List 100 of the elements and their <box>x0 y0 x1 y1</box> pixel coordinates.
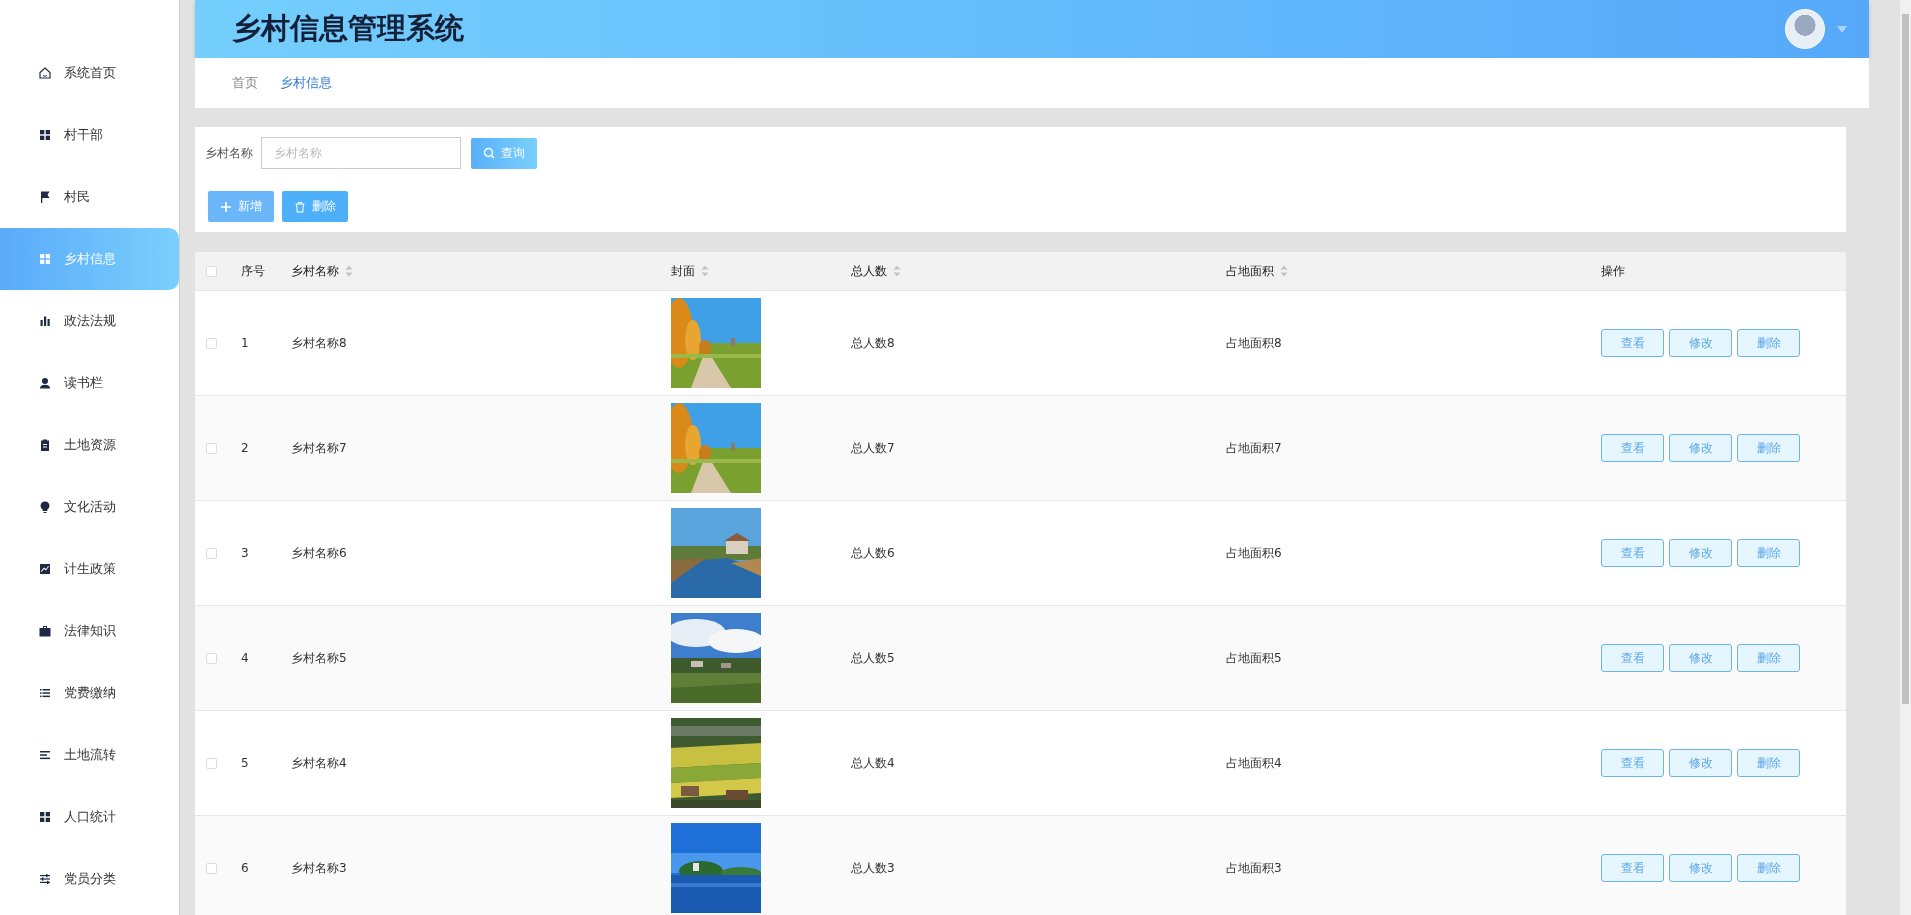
sidebar-item[interactable]: 村民 <box>0 166 179 228</box>
table-cell: 占地面积8 <box>1226 334 1282 352</box>
view-button[interactable]: 查看 <box>1601 749 1664 777</box>
sort-icon[interactable] <box>701 265 709 277</box>
column-header: 占地面积 <box>1226 262 1274 280</box>
sidebar-item[interactable]: 法律知识 <box>0 600 179 662</box>
clipboard-icon <box>38 438 52 452</box>
scrollbar[interactable] <box>1900 0 1911 915</box>
edit-button[interactable]: 修改 <box>1669 434 1732 462</box>
app-title: 乡村信息管理系统 <box>232 10 465 47</box>
delete-button[interactable]: 删除 <box>1737 329 1800 357</box>
table-cell: 乡村名称7 <box>291 439 347 457</box>
table-cell: 占地面积6 <box>1226 544 1282 562</box>
grid-icon <box>38 810 52 824</box>
delete-button[interactable]: 删除 <box>282 191 348 222</box>
table-cell: 占地面积5 <box>1226 649 1282 667</box>
view-button[interactable]: 查看 <box>1601 539 1664 567</box>
column-header: 封面 <box>671 262 695 280</box>
table-cell: 总人数6 <box>851 544 895 562</box>
sidebar-item[interactable]: 党员分类 <box>0 848 179 910</box>
row-checkbox[interactable] <box>206 442 217 454</box>
row-checkbox[interactable] <box>206 757 217 769</box>
sidebar-item[interactable]: 土地资源 <box>0 414 179 476</box>
breadcrumb-link[interactable]: 乡村信息 <box>280 74 332 92</box>
sidebar-item[interactable]: 文化活动 <box>0 476 179 538</box>
select-all-checkbox[interactable] <box>206 265 217 277</box>
breadcrumb-link[interactable]: 首页 <box>232 74 258 92</box>
trash-icon <box>294 200 306 213</box>
row-checkbox[interactable] <box>206 652 217 664</box>
edit-button[interactable]: 修改 <box>1669 854 1732 882</box>
briefcase-icon <box>38 624 52 638</box>
row-checkbox[interactable] <box>206 547 217 559</box>
sidebar-item[interactable]: 计生政策 <box>0 538 179 600</box>
table-cell: 总人数8 <box>851 334 895 352</box>
table-cell: 3 <box>241 546 249 560</box>
row-checkbox[interactable] <box>206 337 217 349</box>
view-button[interactable]: 查看 <box>1601 854 1664 882</box>
grid-icon <box>38 128 52 142</box>
caret-icon[interactable] <box>1837 25 1847 33</box>
field-label: 乡村名称 <box>205 144 253 162</box>
avatar[interactable] <box>1785 9 1825 49</box>
delete-button[interactable]: 删除 <box>1737 749 1800 777</box>
table-cell: 4 <box>241 651 249 665</box>
table-cell: 乡村名称6 <box>291 544 347 562</box>
edit-button[interactable]: 修改 <box>1669 644 1732 672</box>
add-button[interactable]: 新增 <box>208 191 274 222</box>
table-cell: 总人数4 <box>851 754 895 772</box>
view-button[interactable]: 查看 <box>1601 329 1664 357</box>
search-icon <box>483 147 495 159</box>
view-button[interactable]: 查看 <box>1601 434 1664 462</box>
person-icon <box>38 376 52 390</box>
sidebar-item[interactable]: 系统首页 <box>0 42 179 104</box>
table-cell: 5 <box>241 756 249 770</box>
bulb-icon <box>38 500 52 514</box>
delete-button[interactable]: 删除 <box>1737 854 1800 882</box>
edit-button[interactable]: 修改 <box>1669 539 1732 567</box>
list-icon <box>38 748 52 762</box>
bar-chart-icon <box>38 314 52 328</box>
home-icon <box>38 66 52 80</box>
sort-icon[interactable] <box>893 265 901 277</box>
plus-icon <box>220 200 232 213</box>
column-header: 操作 <box>1601 262 1625 280</box>
row-checkbox[interactable] <box>206 862 217 874</box>
sidebar-item[interactable]: 土地流转 <box>0 724 179 786</box>
edit-button[interactable]: 修改 <box>1669 329 1732 357</box>
table-cell: 6 <box>241 861 249 875</box>
sort-icon[interactable] <box>345 265 353 277</box>
table-cell: 乡村名称8 <box>291 334 347 352</box>
line-chart-icon <box>38 562 52 576</box>
sidebar-item[interactable]: 党费缴纳 <box>0 662 179 724</box>
table-cell: 总人数3 <box>851 859 895 877</box>
delete-button[interactable]: 删除 <box>1737 434 1800 462</box>
table-cell: 1 <box>241 336 249 350</box>
view-button[interactable]: 查看 <box>1601 644 1664 672</box>
table-cell: 占地面积3 <box>1226 859 1282 877</box>
table-cell: 总人数7 <box>851 439 895 457</box>
column-header: 总人数 <box>851 262 887 280</box>
edit-button[interactable]: 修改 <box>1669 749 1732 777</box>
list-icon <box>38 686 52 700</box>
sidebar-item[interactable]: 人口统计 <box>0 786 179 848</box>
table-cell: 乡村名称3 <box>291 859 347 877</box>
sidebar-item[interactable]: 乡村信息 <box>0 228 179 290</box>
table-cell: 2 <box>241 441 249 455</box>
table-cell: 占地面积7 <box>1226 439 1282 457</box>
delete-button[interactable]: 删除 <box>1737 644 1800 672</box>
delete-button[interactable]: 删除 <box>1737 539 1800 567</box>
sliders-icon <box>38 872 52 886</box>
sidebar-item[interactable]: 村干部 <box>0 104 179 166</box>
grid-icon <box>38 252 52 266</box>
table-cell: 占地面积4 <box>1226 754 1282 772</box>
table-cell: 乡村名称4 <box>291 754 347 772</box>
search-field[interactable]: 乡村名称 <box>261 137 461 169</box>
table-cell: 乡村名称5 <box>291 649 347 667</box>
sidebar-item[interactable]: 读书栏 <box>0 352 179 414</box>
table-cell: 总人数5 <box>851 649 895 667</box>
column-header: 乡村名称 <box>291 262 339 280</box>
sidebar-item[interactable]: 政法法规 <box>0 290 179 352</box>
sort-icon[interactable] <box>1280 265 1288 277</box>
search-button[interactable]: 查询 <box>471 137 537 169</box>
column-header: 序号 <box>241 262 265 280</box>
